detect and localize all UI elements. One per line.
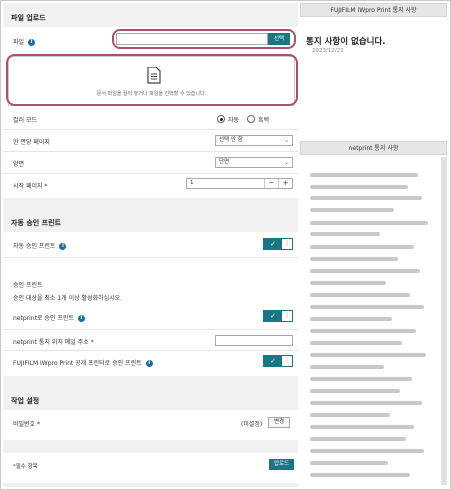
- password-status: (미설정): [241, 421, 263, 428]
- pages-per-sheet-row: 한 면당 페이지 선택 안 함 ⌄: [3, 130, 298, 152]
- info-icon[interactable]: i: [28, 39, 36, 46]
- duplex-select[interactable]: 단면 ⌄: [215, 157, 293, 168]
- upload-panel: 파일 업로드 파일 i 선택 문서 파일을 끌어 놓거나 파일을 선택할 수 있습…: [3, 3, 298, 487]
- info-icon[interactable]: i: [77, 315, 85, 322]
- auto-approval-row: 자동 승인 프린트 i: [13, 241, 67, 250]
- radio-auto-label: 자동: [228, 117, 240, 124]
- password-label: 비밀번호 *: [13, 421, 40, 428]
- auto-approval-label: 자동 승인 프린트: [13, 243, 56, 250]
- pages-per-sheet-label: 한 면당 페이지: [13, 139, 50, 146]
- start-page-label: 시작 페이지 *: [13, 183, 48, 190]
- start-page-stepper[interactable]: 1 − +: [186, 178, 293, 189]
- chevron-down-icon: ⌄: [283, 159, 289, 166]
- job-settings-title: 작업 설정: [11, 397, 40, 405]
- footer-section: [3, 453, 298, 483]
- auto-print-section: [3, 232, 298, 376]
- check-icon: ✓: [264, 356, 282, 366]
- start-page-value: 1: [190, 180, 194, 186]
- notice-scrollbar[interactable]: [441, 157, 447, 485]
- duplex-value: 단면: [219, 159, 230, 165]
- color-mode-row: 컬러 모드 자동 흑백: [3, 108, 298, 130]
- check-icon: ✓: [264, 239, 282, 249]
- divider: [3, 257, 298, 258]
- pages-per-sheet-value: 선택 안 함: [219, 137, 243, 143]
- upload-button[interactable]: 업로드: [269, 459, 294, 470]
- change-password-button[interactable]: 변경: [268, 417, 290, 428]
- fujifilm-approval-label: FUJIFILM IWpro Print 공개 프린터로 승인 프린트: [13, 360, 142, 367]
- approval-heading: 승인 프린트: [13, 282, 43, 289]
- color-mode-label: 컬러 모드: [13, 117, 37, 124]
- info-icon[interactable]: i: [59, 243, 67, 250]
- chevron-down-icon: ⌄: [283, 137, 289, 144]
- approval-note: 승인 대상을 최소 1개 이상 활성화하십시오.: [13, 295, 123, 302]
- file-upload-title: 파일 업로드: [11, 14, 46, 22]
- radio-mono[interactable]: [247, 115, 255, 123]
- radio-mono-label: 흑백: [258, 117, 270, 124]
- duplex-row: 양면 단면 ⌄: [3, 152, 298, 174]
- netprint-approval-toggle[interactable]: ✓ |: [263, 310, 293, 322]
- info-icon[interactable]: i: [145, 360, 153, 367]
- check-icon: ✓: [264, 311, 282, 321]
- notice-panel: FUJIFILM IWpro Print 통지 사항 통지 사항이 없습니다. …: [300, 3, 447, 487]
- plus-icon[interactable]: +: [278, 179, 292, 188]
- notice-date: 2023/12/21: [312, 48, 344, 54]
- radio-auto[interactable]: [217, 115, 225, 123]
- auto-print-title: 자동 승인 프린트: [11, 219, 61, 227]
- auto-approval-toggle[interactable]: ✓ |: [263, 238, 293, 250]
- netprint-approval-label: netprint로 승인 프린트: [13, 315, 74, 322]
- duplex-label: 양면: [13, 161, 25, 168]
- pages-per-sheet-select[interactable]: 선택 안 함 ⌄: [215, 135, 293, 146]
- drop-zone-highlight: [6, 54, 298, 106]
- file-label-row: 파일 i: [13, 37, 36, 46]
- netprint-approval-row: netprint로 승인 프린트 i: [13, 313, 85, 322]
- fujifilm-notice-header: FUJIFILM IWpro Print 통지 사항: [300, 3, 447, 17]
- file-input-highlight: [112, 29, 296, 49]
- email-input[interactable]: [215, 335, 293, 346]
- divider: [3, 329, 298, 330]
- divider: [3, 350, 298, 351]
- fujifilm-approval-row: FUJIFILM IWpro Print 공개 프린터로 승인 프린트 i: [13, 358, 153, 367]
- minus-icon[interactable]: −: [264, 179, 278, 188]
- email-label: netprint 통지 위치 메일 주소 *: [13, 339, 94, 346]
- fujifilm-approval-toggle[interactable]: ✓ |: [263, 355, 293, 367]
- file-label: 파일: [13, 39, 25, 46]
- no-notice-text: 통지 사항이 없습니다.: [306, 37, 386, 47]
- start-page-row: 시작 페이지 * 1 − +: [3, 174, 298, 196]
- netprint-notice-header: netprint 통지 사항: [300, 141, 447, 155]
- required-note: *필수 항목: [13, 464, 38, 470]
